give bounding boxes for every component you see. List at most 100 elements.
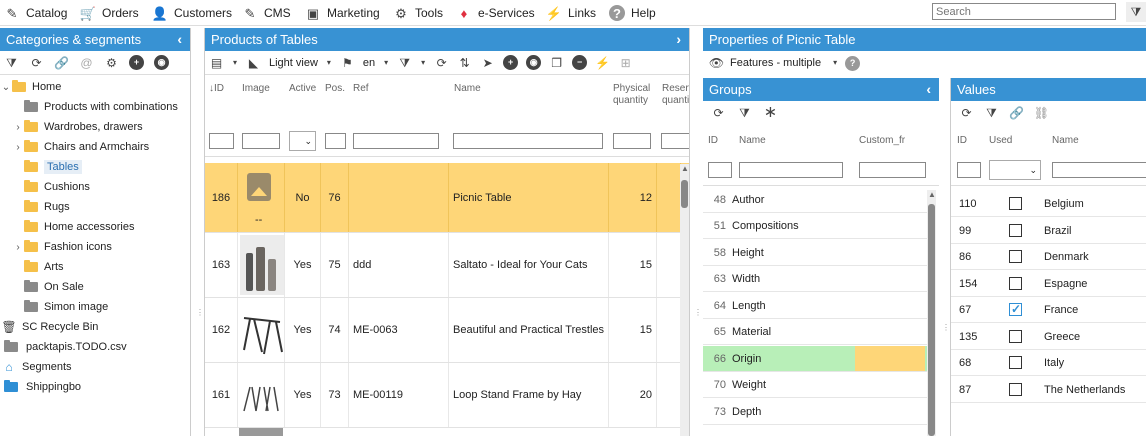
col-name[interactable]: Name xyxy=(739,135,766,147)
used-checkbox[interactable] xyxy=(1009,197,1022,210)
col-pos[interactable]: Pos. xyxy=(325,83,345,95)
cursor-icon[interactable]: ➤ xyxy=(480,55,495,70)
language-select[interactable]: en xyxy=(363,57,375,69)
refresh-icon[interactable]: ⟳ xyxy=(434,55,449,70)
tree-item-chairs[interactable]: › Chairs and Armchairs xyxy=(0,137,190,157)
filter-image[interactable] xyxy=(242,133,280,149)
used-checkbox[interactable] xyxy=(1009,356,1022,369)
tree-item-shippingbo[interactable]: Shippingbo xyxy=(0,377,190,397)
list-item[interactable]: 99 Brazil xyxy=(951,218,1146,244)
caret-down-icon[interactable]: ▾ xyxy=(420,55,426,70)
globe-icon[interactable]: ◉ xyxy=(154,55,169,70)
refresh-icon[interactable]: ⟳ xyxy=(711,106,726,121)
tree-item-arts[interactable]: Arts xyxy=(0,257,190,277)
filter-name[interactable] xyxy=(1052,162,1146,178)
col-id[interactable]: ↓ID xyxy=(209,83,224,95)
tree-item-segments[interactable]: ⌂ Segments xyxy=(0,357,190,377)
list-item[interactable]: 86 Denmark xyxy=(951,244,1146,270)
col-active[interactable]: Active xyxy=(289,83,316,95)
col-custom-fr[interactable]: Custom_fr xyxy=(859,135,905,147)
properties-mode-select[interactable]: Features - multiple xyxy=(730,57,821,69)
resize-handle[interactable]: ⋮ xyxy=(694,309,702,330)
used-checkbox[interactable] xyxy=(1009,250,1022,263)
tree-item-products-with-combinations[interactable]: Products with combinations xyxy=(0,97,190,117)
add-icon[interactable]: + xyxy=(503,55,519,70)
filter-id[interactable] xyxy=(209,133,234,149)
col-used[interactable]: Used xyxy=(989,135,1012,147)
filter-icon[interactable]: ⧩ xyxy=(984,106,999,121)
filter-pos[interactable] xyxy=(325,133,346,149)
list-item-selected[interactable]: 66 Origin xyxy=(703,346,929,372)
list-item[interactable]: 65 Material xyxy=(703,319,929,345)
filter-physical-quantity[interactable] xyxy=(613,133,651,149)
chevron-right-icon[interactable]: › xyxy=(12,122,24,133)
remove-icon[interactable]: − xyxy=(572,55,588,70)
at-icon[interactable]: @ xyxy=(79,55,94,70)
list-item[interactable]: 63 Width xyxy=(703,266,929,292)
help-icon[interactable]: ? xyxy=(845,55,861,71)
filter-reserved-quantity[interactable] xyxy=(661,133,689,149)
menu-customers[interactable]: 👤 Customers xyxy=(152,4,232,22)
used-checkbox[interactable] xyxy=(1009,277,1022,290)
table-row[interactable]: 162 Yes 74 ME-0063 Beautiful and Practic… xyxy=(205,298,689,363)
list-item[interactable]: 58 Height xyxy=(703,240,929,266)
col-id[interactable]: ID xyxy=(957,135,967,147)
menu-catalog[interactable]: ✎ Catalog xyxy=(4,4,68,22)
filter-active-select[interactable]: ⌄ xyxy=(289,131,316,151)
filter-name[interactable] xyxy=(739,162,843,178)
bolt-icon[interactable]: ⚡ xyxy=(595,55,610,70)
tree-item-tables[interactable]: Tables xyxy=(0,157,190,177)
caret-down-icon[interactable]: ▾ xyxy=(831,56,839,71)
filter-name[interactable] xyxy=(453,133,603,149)
list-item[interactable]: 87 The Netherlands xyxy=(951,377,1146,403)
collapse-right-icon[interactable]: › xyxy=(676,31,681,47)
menu-links[interactable]: ⚡ Links xyxy=(546,4,596,22)
caret-down-icon[interactable]: ▾ xyxy=(326,55,332,70)
tree-item-fashion-icons[interactable]: › Fashion icons xyxy=(0,237,190,257)
filter-used-select[interactable]: ⌄ xyxy=(989,160,1041,180)
globe-icon[interactable]: ◉ xyxy=(526,55,542,70)
tree-item-simon-image[interactable]: Simon image xyxy=(0,297,190,317)
filter-ref[interactable] xyxy=(353,133,439,149)
search-input[interactable] xyxy=(932,3,1116,20)
resize-handle[interactable]: ⋮ xyxy=(196,309,204,330)
filter-id[interactable] xyxy=(708,162,732,178)
menu-cms[interactable]: ✎ CMS xyxy=(242,4,291,22)
used-checkbox[interactable] xyxy=(1009,330,1022,343)
tree-item-recycle-bin[interactable]: 🗑 SC Recycle Bin xyxy=(0,317,190,337)
list-item[interactable]: 73 Depth xyxy=(703,399,929,425)
link-icon[interactable]: 🔗 xyxy=(54,55,69,70)
list-item[interactable]: 64 Length xyxy=(703,293,929,319)
col-ref[interactable]: Ref xyxy=(353,83,369,95)
caret-down-icon[interactable]: ▾ xyxy=(232,55,238,70)
chevron-right-icon[interactable]: › xyxy=(12,142,24,153)
menu-tools[interactable]: ⚙ Tools xyxy=(393,4,443,22)
col-name[interactable]: Name xyxy=(1052,135,1079,147)
resize-handle[interactable]: ⋮ xyxy=(942,324,950,345)
refresh-icon[interactable]: ⟳ xyxy=(959,106,974,121)
asterisk-icon[interactable]: ∗ xyxy=(763,105,778,121)
menu-marketing[interactable]: ▣ Marketing xyxy=(305,4,380,22)
products-scrollbar[interactable]: ▲ xyxy=(680,164,689,436)
chevron-down-icon[interactable]: ⌄ xyxy=(0,82,12,93)
caret-down-icon[interactable]: ▾ xyxy=(383,55,389,70)
used-checkbox-checked[interactable] xyxy=(1009,302,1022,316)
col-image[interactable]: Image xyxy=(242,83,270,95)
col-reserved-quantity[interactable]: Reserved quantity xyxy=(662,83,689,107)
menu-orders[interactable]: 🛒 Orders xyxy=(80,4,139,22)
filter-icon[interactable]: ⧩ xyxy=(4,55,19,70)
menu-e-services[interactable]: ♦ e-Services xyxy=(456,4,535,22)
used-checkbox[interactable] xyxy=(1009,224,1022,237)
tree-item-home[interactable]: ⌄ Home xyxy=(0,77,190,97)
list-item[interactable]: 110 Belgium xyxy=(951,191,1146,217)
sort-icon[interactable]: ⇅ xyxy=(457,55,472,70)
filter-id[interactable] xyxy=(957,162,981,178)
collapse-left-icon[interactable]: ‹ xyxy=(926,81,931,97)
tree-item-packtapis[interactable]: packtapis.TODO.csv xyxy=(0,337,190,357)
tree-item-home-accessories[interactable]: Home accessories xyxy=(0,217,190,237)
list-item[interactable]: 48 Author xyxy=(703,187,929,213)
copy-icon[interactable]: ❐ xyxy=(549,55,564,70)
list-item[interactable]: 67France xyxy=(951,297,1146,323)
filter-icon[interactable]: ⧩ xyxy=(1126,2,1146,22)
tree-item-rugs[interactable]: Rugs xyxy=(0,197,190,217)
